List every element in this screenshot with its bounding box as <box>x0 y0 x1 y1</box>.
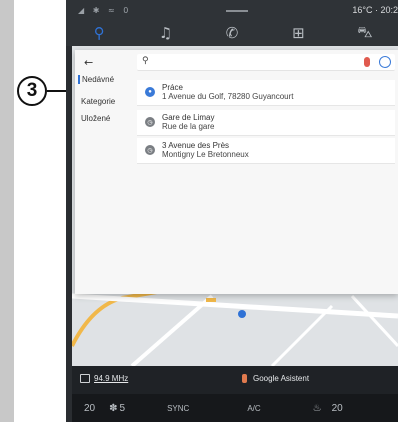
left-temperature[interactable]: 20 <box>84 403 95 414</box>
tab-vehicle[interactable]: ⛍ <box>332 20 398 46</box>
car-icon: ⛍ <box>357 23 373 41</box>
menu-item-saved[interactable]: Uložené <box>81 114 110 123</box>
back-arrow-icon[interactable]: ← <box>84 56 93 69</box>
status-bar: ◢ ✱ ≈ 0 16°C · 20:2 ⚲ ♫ ✆ ⊞ ⛍ <box>66 0 398 46</box>
radio-widget[interactable]: 94.9 MHz <box>80 374 128 383</box>
climate-bar: 20 ✽ 5 SYNC A/C ♨ 20 <box>72 394 398 422</box>
list-item[interactable]: ◷ Gare de Limay Rue de la gare <box>137 110 395 136</box>
radio-frequency: 94.9 MHz <box>94 374 129 383</box>
assistant-widget[interactable]: Google Asistent <box>242 374 309 383</box>
list-item[interactable]: ● Práce 1 Avenue du Golf, 78280 Guyancou… <box>137 80 395 106</box>
menu-item-recent[interactable]: Nedávné <box>78 75 114 84</box>
multimedia-screen: ◢ ✱ ≈ 0 16°C · 20:2 ⚲ ♫ ✆ ⊞ ⛍ ← Nedávné … <box>66 0 398 422</box>
microphone-icon <box>242 374 247 383</box>
status-icons: ◢ ✱ ≈ 0 <box>78 6 132 15</box>
tab-apps[interactable]: ⊞ <box>265 20 331 46</box>
ac-button[interactable]: A/C <box>247 404 260 413</box>
result-address: Montigny Le Bretonneux <box>162 150 249 159</box>
page-margin-band <box>0 0 14 422</box>
result-title: Práce <box>162 83 183 92</box>
sync-button[interactable]: SYNC <box>167 404 189 413</box>
result-title: Gare de Limay <box>162 113 215 122</box>
phone-icon: ✆ <box>225 24 239 42</box>
media-bar: 94.9 MHz Google Asistent <box>72 366 398 394</box>
location-pin-icon: ● <box>145 87 155 97</box>
seat-heat-icon[interactable]: ♨ <box>313 403 322 414</box>
side-menu: ← Nedávné Kategorie Uložené <box>75 50 137 294</box>
result-title: 3 Avenue des Près <box>162 141 230 150</box>
microphone-icon[interactable] <box>364 57 370 67</box>
result-address: 1 Avenue du Golf, 78280 Guyancourt <box>162 92 294 101</box>
result-address: Rue de la gare <box>162 122 215 131</box>
temperature-time: 16°C · 20:2 <box>352 5 398 15</box>
assistant-label: Google Asistent <box>253 374 310 383</box>
right-temperature[interactable]: 20 <box>332 403 343 414</box>
menu-item-categories[interactable]: Kategorie <box>81 97 115 106</box>
fan-speed[interactable]: 5 <box>120 403 126 414</box>
search-input[interactable]: ⚲ <box>137 54 395 71</box>
tab-music[interactable]: ♫ <box>132 20 198 46</box>
tab-navigation[interactable]: ⚲ <box>66 20 132 46</box>
list-item[interactable]: ◷ 3 Avenue des Près Montigny Le Bretonne… <box>137 138 395 164</box>
map-pin-icon: ⚲ <box>93 24 105 42</box>
apps-grid-icon: ⊞ <box>292 24 305 42</box>
history-clock-icon: ◷ <box>145 145 155 155</box>
music-note-icon: ♫ <box>158 24 173 42</box>
callout-number: 3 <box>17 76 47 106</box>
account-icon[interactable] <box>379 56 391 68</box>
history-clock-icon: ◷ <box>145 117 155 127</box>
status-handle <box>226 10 248 12</box>
radio-icon <box>80 374 90 383</box>
fan-icon: ✽ <box>109 402 118 414</box>
search-panel: ← Nedávné Kategorie Uložené ⚲ ● Práce 1 … <box>75 50 398 294</box>
tab-phone[interactable]: ✆ <box>199 20 265 46</box>
manual-illustration: 3 ◢ ✱ ≈ 0 16°C · 20:2 ⚲ ♫ ✆ ⊞ ⛍ ← Nedávn… <box>0 0 398 422</box>
main-nav: ⚲ ♫ ✆ ⊞ ⛍ <box>66 20 398 46</box>
search-icon: ⚲ <box>142 56 149 66</box>
